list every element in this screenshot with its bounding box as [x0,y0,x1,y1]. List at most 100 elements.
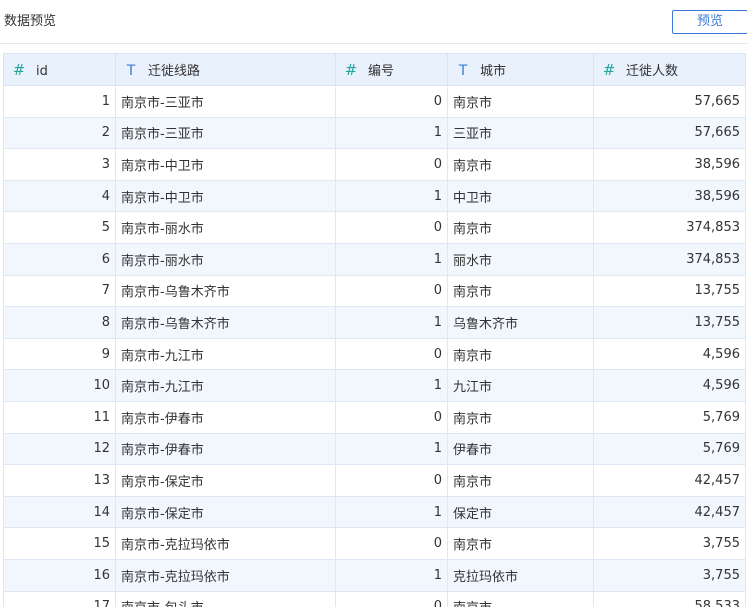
text-type-icon: T [458,63,468,79]
hash-icon: # [602,61,616,79]
table-cell: 3 [3,148,116,181]
table-cell: 三亚市 [447,116,594,150]
table-row[interactable]: 17南京市-包头市0南京市58,533 [3,590,746,607]
table-cell: 42,457 [593,464,746,497]
table-cell: 保定市 [447,495,594,529]
table-cell: 13 [3,464,116,497]
table-cell: 南京市-丽水市 [115,211,336,244]
table-cell: 16 [3,558,116,592]
table-cell: 南京市 [447,85,594,118]
table-cell: 南京市 [447,590,594,607]
preview-button[interactable]: 预览 [672,10,747,34]
table-row[interactable]: 12 南京市-伊春市 1 伊春市 5,769 [3,432,746,466]
table-cell: 57,665 [593,116,746,150]
table-cell: 南京市-中卫市 [115,179,336,213]
table-cell: 1 [335,242,448,276]
table-cell: 0 [335,274,448,308]
table-cell: 13,755 [593,274,746,308]
table-cell: 13,755 [593,306,746,339]
column-header-label: 迁徙人数 [626,64,679,79]
table-cell: 克拉玛依市 [447,558,594,592]
table-cell: 0 [335,400,448,434]
table-cell: 1 [3,85,116,118]
table-cell: 南京市-伊春市 [115,432,336,466]
column-header-1[interactable]: T 迁徙线路 [115,53,336,86]
data-table-container[interactable]: # id T 迁徙线路 # 编号 T 城市 # 迁徙人数 1 南京市-三亚市 0 南京市 57,665 2 南… [3,53,747,607]
top-bar: 数据预览 预览 [0,0,747,44]
table-cell: 南京市-九江市 [115,337,336,371]
table-cell: 10 [3,369,116,402]
table-cell: 九江市 [447,369,594,402]
table-cell: 0 [335,590,448,607]
table-cell: 南京市-包头市 [115,590,336,607]
table-cell: 0 [335,464,448,497]
table-cell: 南京市-保定市 [115,495,336,529]
table-cell: 中卫市 [447,179,594,213]
table-cell: 7 [3,274,116,308]
table-row[interactable]: 4 南京市-中卫市 1 中卫市 38,596 [3,179,746,213]
table-row[interactable]: 15 南京市-克拉玛依市 0 南京市 3,755 [3,527,746,560]
page-title: 数据预览 [4,14,57,29]
column-header-label: 迁徙线路 [148,64,201,79]
table-cell: 南京市-九江市 [115,369,336,402]
table-cell: 伊春市 [447,432,594,466]
table-cell: 南京市-丽水市 [115,242,336,276]
table-cell: 3,755 [593,558,746,592]
table-row[interactable]: 1 南京市-三亚市 0 南京市 57,665 [3,85,746,118]
column-header-3[interactable]: T 城市 [447,53,594,86]
table-row[interactable]: 10 南京市-九江市 1 九江市 4,596 [3,369,746,402]
table-cell: 乌鲁木齐市 [447,306,594,339]
table-cell: 0 [335,211,448,244]
table-row[interactable]: 5 南京市-丽水市 0 南京市 374,853 [3,211,746,244]
table-cell: 1 [335,306,448,339]
table-cell: 4,596 [593,369,746,402]
table-cell: 14 [3,495,116,529]
table-row[interactable]: 6 南京市-丽水市 1 丽水市 374,853 [3,242,746,276]
table-row[interactable]: 9 南京市-九江市 0 南京市 4,596 [3,337,746,371]
table-cell: 1 [335,432,448,466]
table-cell: 丽水市 [447,242,594,276]
table-cell: 42,457 [593,495,746,529]
table-cell: 58,533 [593,590,746,607]
table-cell: 5,769 [593,400,746,434]
table-cell: 南京市 [447,274,594,308]
table-cell: 1 [335,116,448,150]
table-cell: 0 [335,527,448,560]
table-row[interactable]: 16 南京市-克拉玛依市 1 克拉玛依市 3,755 [3,558,746,592]
table-cell: 南京市-中卫市 [115,148,336,181]
table-cell: 12 [3,432,116,466]
table-cell: 15 [3,527,116,560]
table-cell: 8 [3,306,116,339]
table-row[interactable]: 2 南京市-三亚市 1 三亚市 57,665 [3,116,746,150]
table-cell: 南京市-乌鲁木齐市 [115,274,336,308]
table-cell: 0 [335,85,448,118]
table-row[interactable]: 11 南京市-伊春市 0 南京市 5,769 [3,400,746,434]
column-header-label: 城市 [480,64,507,79]
data-table: # id T 迁徙线路 # 编号 T 城市 # 迁徙人数 1 南京市-三亚市 0 南京市 57,665 2 南… [3,53,746,607]
table-cell: 374,853 [593,211,746,244]
column-header-2[interactable]: # 编号 [335,53,448,86]
table-cell: 南京市 [447,464,594,497]
table-cell: 南京市-保定市 [115,464,336,497]
table-cell: 4,596 [593,337,746,371]
table-row[interactable]: 3 南京市-中卫市 0 南京市 38,596 [3,148,746,181]
table-cell: 5 [3,211,116,244]
table-row[interactable]: 7 南京市-乌鲁木齐市 0 南京市 13,755 [3,274,746,308]
table-cell: 南京市 [447,337,594,371]
table-cell: 6 [3,242,116,276]
table-cell: 1 [335,558,448,592]
table-cell: 南京市-伊春市 [115,400,336,434]
table-row[interactable]: 13 南京市-保定市 0 南京市 42,457 [3,464,746,497]
table-cell: 1 [335,495,448,529]
hash-icon: # [344,61,358,79]
table-row[interactable]: 8 南京市-乌鲁木齐市 1 乌鲁木齐市 13,755 [3,306,746,339]
table-cell: 南京市-乌鲁木齐市 [115,306,336,339]
column-header-0[interactable]: # id [3,53,116,86]
table-cell: 0 [335,337,448,371]
column-header-4[interactable]: # 迁徙人数 [593,53,746,86]
table-row[interactable]: 14 南京市-保定市 1 保定市 42,457 [3,495,746,529]
table-cell: 38,596 [593,148,746,181]
text-type-icon: T [126,63,136,79]
column-header-label: 编号 [368,64,395,79]
table-cell: 南京市-三亚市 [115,85,336,118]
